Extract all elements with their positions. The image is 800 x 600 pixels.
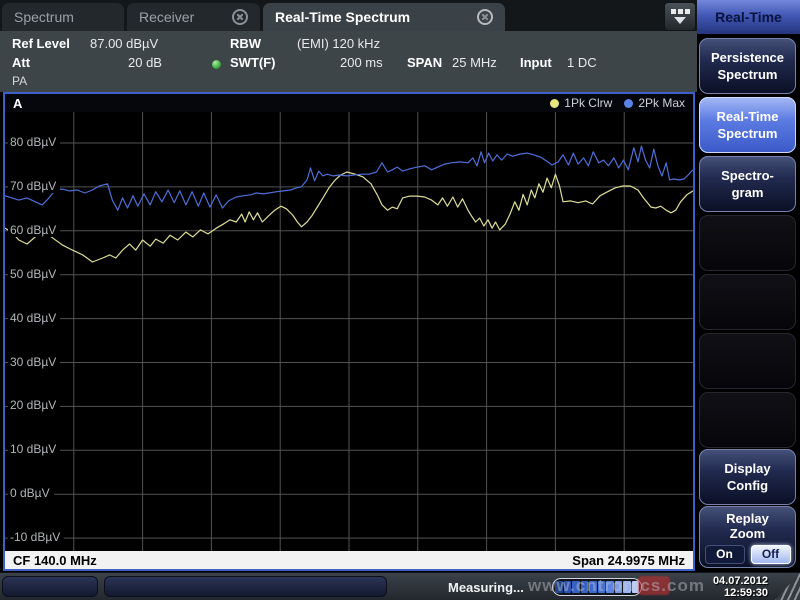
rbw-value[interactable]: (EMI) 120 kHz xyxy=(297,36,380,51)
close-icon[interactable] xyxy=(477,9,493,25)
progress-segment xyxy=(615,581,623,593)
y-tick-label: -10 dBµV xyxy=(8,530,64,544)
progress-segment xyxy=(581,581,589,593)
tab-spectrum[interactable]: Spectrum xyxy=(2,3,124,31)
window-title-bar: A 1Pk Clrw 2Pk Max xyxy=(5,94,693,112)
spectrum-plot[interactable] xyxy=(5,112,693,551)
progress-segment xyxy=(632,581,640,593)
window-id: A xyxy=(13,96,22,111)
measurement-status: Measuring... xyxy=(448,580,524,595)
y-tick-label: 0 dBµV xyxy=(8,486,54,500)
ref-level-label: Ref Level xyxy=(12,36,70,51)
y-tick-label: 20 dBµV xyxy=(8,398,60,412)
input-value[interactable]: 1 DC xyxy=(567,55,597,70)
tab-receiver[interactable]: Receiver xyxy=(127,3,260,31)
span-readout[interactable]: Span 24.9975 MHz xyxy=(572,553,685,568)
progress-segment xyxy=(572,581,580,593)
att-value[interactable]: 20 dB xyxy=(128,55,162,70)
softkey-label: Zoom xyxy=(730,526,765,541)
rbw-label: RBW xyxy=(230,36,261,51)
progress-segment xyxy=(623,581,631,593)
date: 04.07.2012 xyxy=(713,575,768,587)
sweep-progress-bar xyxy=(552,578,642,596)
windows-icon xyxy=(671,9,690,14)
y-tick-label: 80 dBµV xyxy=(8,135,60,149)
softkey-label: Spectro- xyxy=(721,167,774,184)
y-tick-label: 60 dBµV xyxy=(8,223,60,237)
softkey-label: Persistence xyxy=(711,49,784,66)
span-value[interactable]: 25 MHz xyxy=(452,55,497,70)
sweep-led-icon xyxy=(212,60,221,69)
softkey-empty xyxy=(699,274,796,330)
date-time: 04.07.2012 12:59:30 xyxy=(713,575,768,599)
transducer-indicator: PA xyxy=(12,74,27,88)
chevron-down-icon xyxy=(674,17,686,24)
progress-segment xyxy=(606,581,614,593)
softkey-realtime-spectrum[interactable]: Real-Time Spectrum xyxy=(699,97,796,153)
replay-zoom-toggle: On Off xyxy=(705,545,791,564)
softkey-label: Config xyxy=(727,477,768,494)
tab-label: Receiver xyxy=(139,9,194,25)
tab-label: Real-Time Spectrum xyxy=(275,9,410,25)
replay-zoom-off-button[interactable]: Off xyxy=(751,545,791,564)
replay-zoom-on-button[interactable]: On xyxy=(705,545,745,564)
corner-grip-icon xyxy=(773,573,800,600)
softkey-label: Replay xyxy=(726,511,769,526)
softkey-label: Spectrum xyxy=(718,66,778,83)
settings-header: Ref Level 87.00 dBµV RBW (EMI) 120 kHz A… xyxy=(0,31,697,92)
swt-label: SWT(F) xyxy=(230,55,275,70)
status-slot xyxy=(2,576,98,597)
softkey-empty xyxy=(699,215,796,271)
time: 12:59:30 xyxy=(713,587,768,599)
softkey-label: Spectrum xyxy=(718,125,778,142)
softkey-label: Real-Time xyxy=(717,108,779,125)
swt-value[interactable]: 200 ms xyxy=(340,55,383,70)
progress-segment xyxy=(589,581,597,593)
center-frequency[interactable]: CF 140.0 MHz xyxy=(13,553,97,568)
softkey-label: Display xyxy=(724,460,770,477)
tab-bar: Spectrum Receiver Real-Time Spectrum xyxy=(0,0,697,31)
softkey-replay-zoom[interactable]: Replay Zoom On Off xyxy=(699,506,796,568)
tab-realtime-spectrum[interactable]: Real-Time Spectrum xyxy=(263,3,505,31)
trace-legend: 1Pk Clrw 2Pk Max xyxy=(550,96,685,110)
trace1-dot-icon xyxy=(550,99,559,108)
y-tick-label: 70 dBµV xyxy=(8,179,60,193)
ref-level-value[interactable]: 87.00 dBµV xyxy=(90,36,158,51)
status-slot xyxy=(104,576,387,597)
trace2-dot-icon xyxy=(624,99,633,108)
progress-segment xyxy=(555,581,563,593)
measurement-window-a[interactable]: A 1Pk Clrw 2Pk Max 80 dBµV 70 dBµV 60 dBµV… xyxy=(3,92,695,571)
att-label: Att xyxy=(12,55,30,70)
softkey-display-config[interactable]: Display Config xyxy=(699,449,796,505)
y-tick-label: 40 dBµV xyxy=(8,311,60,325)
softkey-empty xyxy=(699,392,796,448)
softkey-persistence-spectrum[interactable]: Persistence Spectrum xyxy=(699,38,796,94)
status-bar: Measuring... 04.07.2012 12:59:30 xyxy=(0,572,800,600)
y-tick-label: 50 dBµV xyxy=(8,267,60,281)
span-label: SPAN xyxy=(407,55,442,70)
softkey-menu-title: Real-Time xyxy=(697,0,800,34)
softkey-spectrogram[interactable]: Spectro- gram xyxy=(699,156,796,212)
input-label: Input xyxy=(520,55,552,70)
softkey-sidebar: Real-Time Persistence Spectrum Real-Time… xyxy=(697,0,800,572)
tab-label: Spectrum xyxy=(14,9,74,25)
legend-label: 2Pk Max xyxy=(638,96,685,110)
window-footer: CF 140.0 MHz Span 24.9975 MHz xyxy=(5,551,693,569)
close-icon[interactable] xyxy=(232,9,248,25)
legend-item: 1Pk Clrw xyxy=(550,96,612,110)
progress-segment xyxy=(564,581,572,593)
window-overview-button[interactable] xyxy=(664,2,696,31)
legend-item: 2Pk Max xyxy=(624,96,685,110)
progress-segment xyxy=(598,581,606,593)
softkey-label: gram xyxy=(732,184,764,201)
legend-label: 1Pk Clrw xyxy=(564,96,612,110)
y-tick-label: 10 dBµV xyxy=(8,442,60,456)
y-tick-label: 30 dBµV xyxy=(8,355,60,369)
softkey-empty xyxy=(699,333,796,389)
